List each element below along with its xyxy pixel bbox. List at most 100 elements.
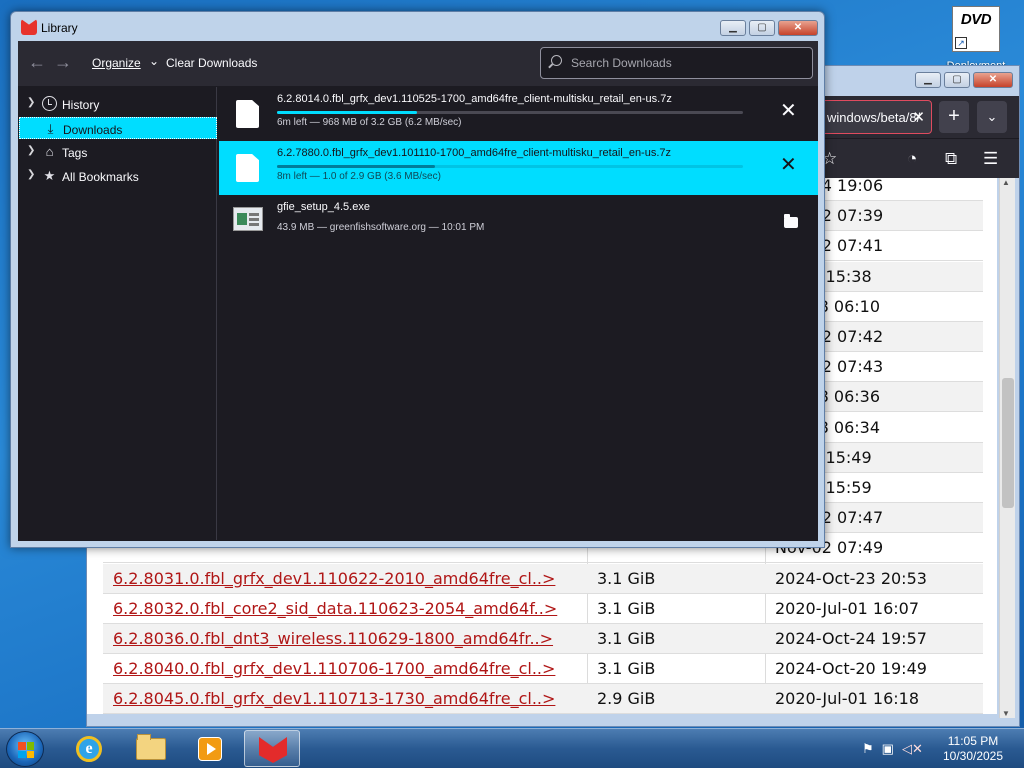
table-row: 6.2.8036.0.fbl_dnt3_wireless.110629-1800… <box>103 624 983 654</box>
search-icon <box>551 55 562 66</box>
clock-time: 11:05 PM <box>947 734 999 748</box>
file-date: 2024-Oct-20 19:49 <box>775 659 927 679</box>
sidebar-item-all-bookmarks[interactable]: ❯ ★ All Bookmarks <box>19 165 217 187</box>
open-folder-icon[interactable] <box>784 214 798 228</box>
expand-arrow-icon[interactable]: ❯ <box>27 145 35 156</box>
list-tabs-button[interactable]: ⌄ <box>977 101 1007 133</box>
close-button[interactable]: ✕ <box>778 20 818 36</box>
close-button[interactable]: ✕ <box>973 72 1013 88</box>
file-date: 2020-Jul-01 16:07 <box>775 598 920 618</box>
download-status: 43.9 MB — greenfishsoftware.org — 10:01 … <box>277 222 485 233</box>
maximize-button[interactable]: ▢ <box>944 72 970 88</box>
clock-date: 10/30/2025 <box>942 749 1004 763</box>
file-size: 3.1 GiB <box>597 568 656 588</box>
file-link[interactable]: 6.2.8031.0.fbl_grfx_dev1.110622-2010_amd… <box>113 564 555 594</box>
sidebar-item-label: Downloads <box>63 123 123 137</box>
start-button[interactable] <box>6 731 44 767</box>
organize-button[interactable]: Organize <box>92 56 141 70</box>
download-status: 8m left — 1.0 of 2.9 GB (3.6 MB/sec) <box>277 171 441 182</box>
downloads-list: 6.2.8014.0.fbl_grfx_dev1.110525-1700_amd… <box>219 87 818 540</box>
file-date: 2024-Oct-24 19:57 <box>775 629 927 648</box>
action-center-flag-icon[interactable]: ⚑ <box>862 741 874 757</box>
download-item[interactable]: 6.2.8014.0.fbl_grfx_dev1.110525-1700_amd… <box>219 87 818 141</box>
sidebar-item-label: All Bookmarks <box>62 170 139 184</box>
library-content: ← → Organize ⌄ Clear Downloads ❯ History… <box>18 41 818 541</box>
download-progress-bar <box>277 165 743 168</box>
library-toolbar: ← → Organize ⌄ Clear Downloads <box>18 41 818 86</box>
extensions-icon[interactable]: ⧉ <box>945 149 957 169</box>
taskbar-file-explorer[interactable] <box>123 730 179 767</box>
scroll-up-icon[interactable]: ▲ <box>1002 178 1010 187</box>
download-filename: 6.2.8014.0.fbl_grfx_dev1.110525-1700_amd… <box>277 93 672 105</box>
library-caption-buttons: ▁ ▢ ✕ <box>720 20 818 36</box>
taskbar-internet-explorer[interactable]: e <box>62 730 118 767</box>
file-size: 3.1 GiB <box>597 659 656 679</box>
download-filename: gfie_setup_4.5.exe <box>277 201 370 213</box>
library-window: Library ▁ ▢ ✕ ← → Organize ⌄ Clear Downl… <box>10 11 825 548</box>
taskbar: e ⚑ ▣ ◁✕ 11:05 PM 10/30/2025 <box>0 728 1024 768</box>
chevron-down-icon[interactable]: ⌄ <box>149 54 159 68</box>
file-link[interactable]: 6.2.8036.0.fbl_dnt3_wireless.110629-1800… <box>113 624 553 654</box>
cancel-download-icon[interactable]: ✕ <box>780 155 797 175</box>
firefox-logo-icon <box>21 19 37 35</box>
browser-tab[interactable]: windows/beta/8/ ✕ <box>820 100 932 134</box>
new-tab-button[interactable]: + <box>939 101 969 133</box>
cancel-download-icon[interactable]: ✕ <box>780 101 797 121</box>
clock-icon <box>42 96 57 111</box>
search-downloads-box[interactable] <box>540 47 813 79</box>
desktop-icon-dvd[interactable]: DVD ↗ Deployment <box>947 6 1005 72</box>
taskbar-media-player[interactable] <box>183 730 239 767</box>
firefox-icon <box>259 737 287 763</box>
download-filename: 6.2.7880.0.fbl_grfx_dev1.101110-1700_amd… <box>277 147 672 159</box>
table-row: 6.2.8031.0.fbl_grfx_dev1.110622-2010_amd… <box>103 563 983 594</box>
download-progress-bar <box>277 111 743 114</box>
library-titlebar[interactable]: Library ▁ ▢ ✕ <box>11 12 824 42</box>
tag-icon: ⌂ <box>45 144 54 159</box>
file-link[interactable]: 6.2.8040.0.fbl_grfx_dev1.110706-1700_amd… <box>113 654 555 684</box>
sidebar-item-downloads[interactable]: ⤓ Downloads <box>19 117 217 139</box>
sidebar-item-history[interactable]: ❯ History <box>19 93 217 115</box>
taskbar-clock[interactable]: 11:05 PM 10/30/2025 <box>938 734 1008 764</box>
scroll-down-icon[interactable]: ▼ <box>1002 709 1010 718</box>
star-icon: ★ <box>43 168 56 183</box>
volume-muted-icon[interactable]: ◁✕ <box>902 741 923 757</box>
file-link[interactable]: 6.2.8032.0.fbl_core2_sid_data.110623-205… <box>113 594 557 624</box>
search-input[interactable] <box>571 54 801 72</box>
maximize-button[interactable]: ▢ <box>749 20 775 36</box>
download-item[interactable]: 6.2.7880.0.fbl_grfx_dev1.101110-1700_amd… <box>219 141 818 195</box>
expand-arrow-icon[interactable]: ❯ <box>27 169 35 180</box>
file-icon <box>236 154 259 182</box>
menu-icon[interactable]: ☰ <box>983 149 998 169</box>
library-title: Library <box>41 21 78 35</box>
minimize-button[interactable]: ▁ <box>915 72 941 88</box>
shortcut-arrow-icon: ↗ <box>955 37 967 49</box>
expand-arrow-icon[interactable]: ❯ <box>27 97 35 108</box>
file-size: 2.9 GiB <box>597 689 656 709</box>
back-arrow-icon[interactable]: ← <box>28 52 46 73</box>
clear-downloads-button[interactable]: Clear Downloads <box>166 56 257 70</box>
tab-close-icon[interactable]: ✕ <box>912 108 925 126</box>
network-icon[interactable]: ▣ <box>882 741 894 757</box>
browser-caption-buttons: ▁ ▢ ✕ <box>915 72 1013 88</box>
browser-tab-title: windows/beta/8/ <box>827 110 921 125</box>
file-icon <box>236 100 259 128</box>
library-sidebar: ❯ History ⤓ Downloads ❯ ⌂ Tags ❯ ★ All B… <box>19 87 217 540</box>
file-link[interactable]: 6.2.8045.0.fbl_grfx_dev1.110713-1730_amd… <box>113 684 555 714</box>
system-tray: ⚑ ▣ ◁✕ <box>862 741 923 757</box>
forward-arrow-icon[interactable]: → <box>54 52 72 73</box>
pocket-icon[interactable]: ◔ <box>907 149 917 169</box>
media-player-icon <box>198 737 222 761</box>
table-row: 6.2.8032.0.fbl_core2_sid_data.110623-205… <box>103 594 983 624</box>
browser-scrollbar[interactable]: ▲ ▼ <box>999 178 1015 718</box>
minimize-button[interactable]: ▁ <box>720 20 746 36</box>
sidebar-item-label: History <box>62 98 100 112</box>
folder-icon <box>136 734 166 760</box>
download-item[interactable]: gfie_setup_4.5.exe 43.9 MB — greenfishso… <box>219 195 818 249</box>
taskbar-firefox[interactable] <box>244 730 300 767</box>
scrollbar-thumb[interactable] <box>1002 378 1014 508</box>
internet-explorer-icon: e <box>76 736 102 762</box>
download-icon: ⤓ <box>47 121 54 136</box>
sidebar-item-label: Tags <box>62 146 88 160</box>
file-size: 3.1 GiB <box>597 598 656 618</box>
sidebar-item-tags[interactable]: ❯ ⌂ Tags <box>19 141 217 163</box>
